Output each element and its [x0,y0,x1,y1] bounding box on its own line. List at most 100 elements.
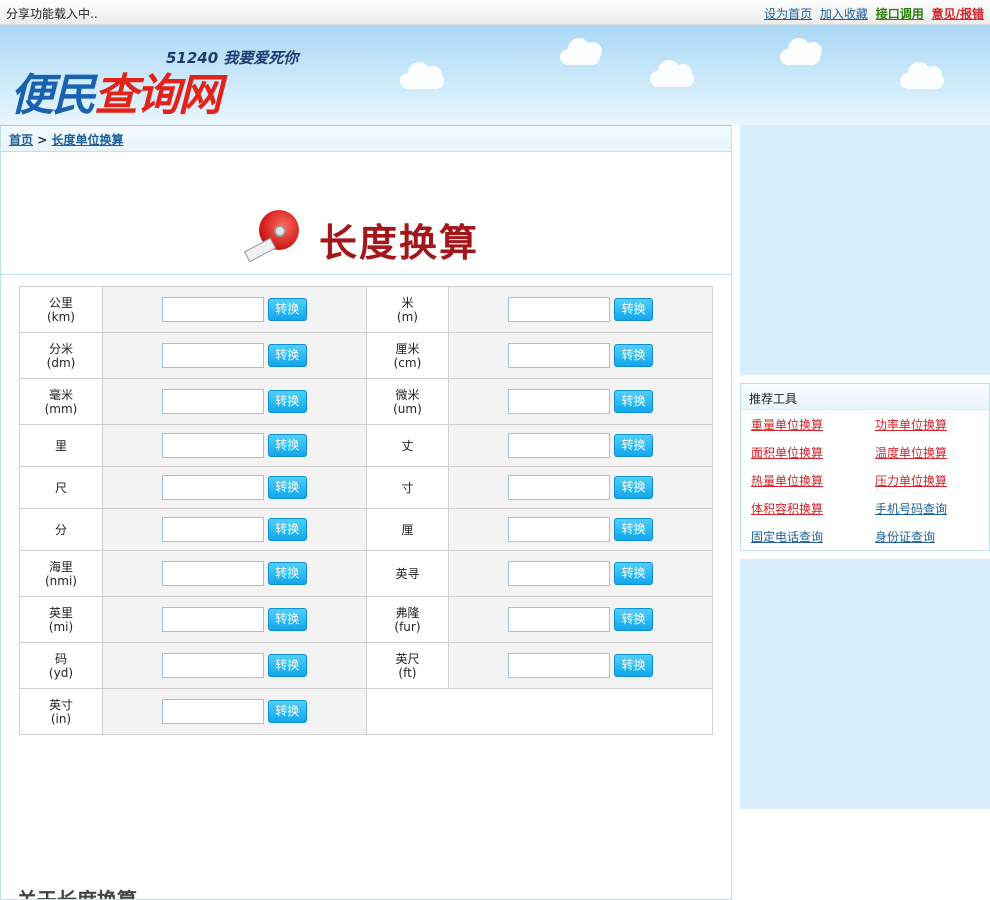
recommended-tool-link[interactable]: 手机号码查询 [875,500,947,517]
recommended-tool-link[interactable]: 功率单位换算 [875,416,947,433]
convert-button[interactable]: 转换 [267,518,307,541]
convert-button[interactable]: 转换 [267,562,307,585]
recommended-tool-link[interactable]: 身份证查询 [875,528,935,545]
unit-input-cell: 转换 [101,596,367,643]
unit-value-input[interactable] [508,561,611,586]
unit-value-input[interactable] [508,433,611,458]
unit-value-input[interactable] [161,297,264,322]
unit-value-input[interactable] [161,517,264,542]
unit-input-cell: 转换 [101,466,367,509]
unit-input-cell: 转换 [101,424,367,467]
site-header: 51240 我要爱死你 便民查询网 [0,25,990,125]
page-title: 长度换算 [319,220,480,265]
recommended-tools-panel: 推荐工具 重量单位换算 功率单位换算面积单位换算 温度单位换算热量单位换算 压力单位换… [740,383,990,551]
add-favorite-link[interactable]: 加入收藏 [820,7,868,21]
conversion-row: 英里 (mi) 转换 弗隆 (fur) 转换 [19,596,713,643]
conversion-row: 英寸 (in) 转换 [19,688,714,735]
recommended-tool-link[interactable]: 面积单位换算 [751,444,823,461]
breadcrumb-home-link[interactable]: 首页 [9,133,33,147]
convert-button[interactable]: 转换 [267,434,307,457]
recommended-tool-link[interactable]: 热量单位换算 [751,472,823,489]
unit-value-input[interactable] [161,699,264,724]
api-link[interactable]: 接口调用 [876,7,924,21]
unit-label: 海里 (nmi) [19,550,103,597]
unit-label: 毫米 (mm) [19,378,103,425]
breadcrumb-current-link[interactable]: 长度单位换算 [51,133,123,147]
convert-button[interactable]: 转换 [614,608,654,631]
unit-value-input[interactable] [508,653,611,678]
unit-value-input[interactable] [161,343,264,368]
convert-button[interactable]: 转换 [267,608,307,631]
unit-value-input[interactable] [161,561,264,586]
unit-input-cell: 转换 [101,550,367,597]
cloud-decoration [900,62,944,89]
unit-value-input[interactable] [508,517,611,542]
cloud-decoration [780,38,822,65]
convert-button[interactable]: 转换 [614,390,654,413]
convert-button[interactable]: 转换 [614,518,654,541]
unit-label: 分 [19,508,103,551]
convert-button[interactable]: 转换 [614,344,654,367]
unit-value-input[interactable] [508,343,611,368]
conversion-row: 分米 (dm) 转换 厘米 (cm) 转换 [19,332,713,379]
recommended-tool-link[interactable]: 温度单位换算 [875,444,947,461]
unit-input-cell: 转换 [448,508,713,551]
unit-value-input[interactable] [508,607,611,632]
unit-label: 分米 (dm) [19,332,103,379]
unit-value-input[interactable] [508,389,611,414]
top-links: 设为首页 加入收藏 接口调用 意见/报错 [760,5,984,22]
convert-button[interactable]: 转换 [614,434,654,457]
unit-label: 丈 [365,424,450,467]
unit-value-input[interactable] [161,433,264,458]
recommended-tools-title: 推荐工具 [741,384,989,410]
unit-input-cell: 转换 [448,378,713,425]
site-logo[interactable]: 51240 我要爱死你 便民查询网 [8,33,308,121]
convert-button[interactable]: 转换 [267,654,307,677]
top-bar: 分享功能载入中.. 设为首页 加入收藏 接口调用 意见/报错 [0,0,990,25]
feedback-link[interactable]: 意见/报错 [932,7,984,21]
about-section-title: 关于长度换算 [17,888,137,900]
recommended-tool-link[interactable]: 固定电话查询 [751,528,823,545]
convert-button[interactable]: 转换 [614,298,654,321]
recommended-tool-link[interactable]: 压力单位换算 [875,472,947,489]
unit-input-cell: 转换 [448,596,713,643]
set-homepage-link[interactable]: 设为首页 [764,7,812,21]
convert-button[interactable]: 转换 [614,476,654,499]
unit-label: 弗隆 (fur) [365,596,450,643]
convert-button[interactable]: 转换 [614,654,654,677]
convert-button[interactable]: 转换 [614,562,654,585]
convert-button[interactable]: 转换 [267,344,307,367]
unit-label: 英寻 [365,550,450,597]
recommended-tools-list: 重量单位换算 功率单位换算面积单位换算 温度单位换算热量单位换算 压力单位换算体积容积… [741,410,989,544]
tape-measure-icon [243,206,301,266]
convert-button[interactable]: 转换 [267,298,307,321]
unit-label: 英寸 (in) [19,688,103,735]
unit-value-input[interactable] [161,389,264,414]
unit-value-input[interactable] [161,607,264,632]
breadcrumb-separator: > [37,133,48,147]
unit-value-input[interactable] [508,475,611,500]
unit-value-input[interactable] [161,653,264,678]
empty-cell [365,688,714,735]
convert-button[interactable]: 转换 [267,390,307,413]
breadcrumb: 首页 > 长度单位换算 [1,126,731,152]
unit-label: 尺 [19,466,103,509]
unit-value-input[interactable] [508,297,611,322]
convert-button[interactable]: 转换 [267,700,307,723]
conversion-row: 海里 (nmi) 转换 英寻 转换 [19,550,713,597]
unit-label: 厘米 (cm) [365,332,450,379]
sidebar-ad-area-top [740,125,990,375]
convert-button[interactable]: 转换 [267,476,307,499]
unit-value-input[interactable] [161,475,264,500]
conversion-row: 毫米 (mm) 转换 微米 (um) 转换 [19,378,713,425]
main-panel: 首页 > 长度单位换算 长度换算 公里 (km) 转换米 (m) 转换 分米 (dm) 转换厘… [0,125,732,900]
conversion-row: 里 转换 丈 转换 [19,424,713,467]
unit-input-cell: 转换 [448,332,713,379]
conversion-row: 尺 转换 寸 转换 [19,466,713,509]
unit-input-cell: 转换 [101,688,367,735]
unit-label: 厘 [365,508,450,551]
recommended-tool-link[interactable]: 体积容积换算 [751,500,823,517]
unit-input-cell: 转换 [101,286,367,333]
recommended-tool-link[interactable]: 重量单位换算 [751,416,823,433]
conversion-row: 码 (yd) 转换 英尺 (ft) 转换 [19,642,713,689]
